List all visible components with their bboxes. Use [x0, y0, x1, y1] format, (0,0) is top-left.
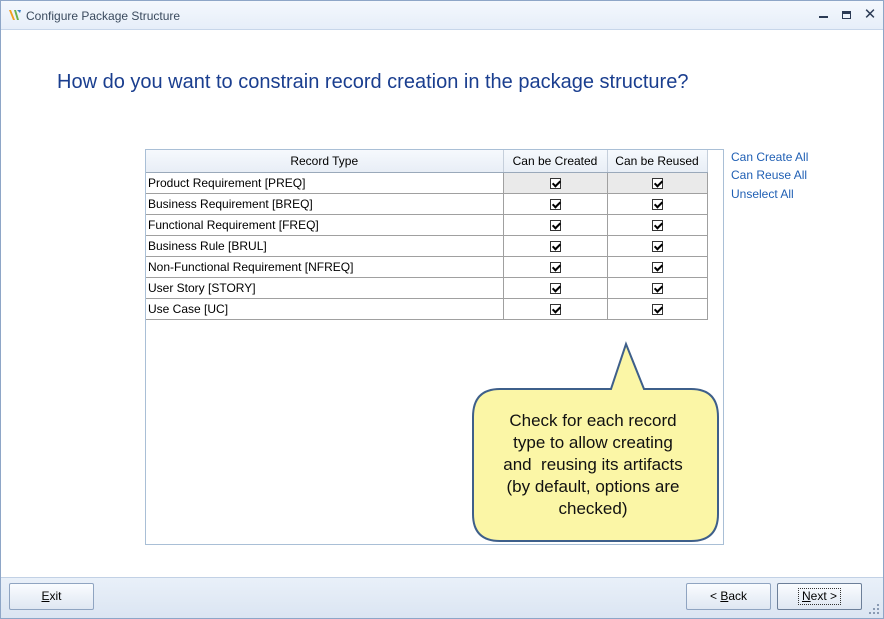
can-reuse-all-link[interactable]: Can Reuse All [731, 168, 807, 182]
back-button[interactable]: < Back [686, 583, 771, 610]
close-icon: ✕ [863, 6, 877, 23]
record-type-cell: Use Case [UC] [146, 298, 504, 320]
callout-line: and reusing its artifacts [503, 455, 683, 474]
can-be-reused-cell [607, 277, 708, 299]
maximize-button[interactable] [835, 5, 857, 25]
record-type-cell: Business Requirement [BREQ] [146, 193, 504, 215]
can-be-reused-checkbox[interactable] [651, 261, 663, 273]
record-type-cell: User Story [STORY] [146, 277, 504, 299]
can-be-reused-cell [607, 193, 708, 215]
can-be-created-checkbox[interactable] [549, 240, 561, 252]
title-bar[interactable]: Configure Package Structure ✕ [1, 1, 883, 30]
callout-line: type to allow creating [513, 433, 673, 452]
record-type-cell: Product Requirement [PREQ] [146, 172, 504, 194]
can-be-reused-cell [607, 235, 708, 257]
can-be-created-cell [503, 193, 608, 215]
unselect-all-link[interactable]: Unselect All [731, 187, 794, 201]
table-row[interactable]: Functional Requirement [FREQ] [146, 214, 708, 236]
can-be-created-cell [503, 235, 608, 257]
table-row[interactable]: User Story [STORY] [146, 277, 708, 299]
window-title: Configure Package Structure [26, 9, 181, 23]
record-type-cell: Functional Requirement [FREQ] [146, 214, 504, 236]
table-row[interactable]: Business Rule [BRUL] [146, 235, 708, 257]
exit-button-label: Exit [41, 589, 62, 603]
record-type-grid: Record Type Can be Created Can be Reused… [146, 150, 708, 320]
can-be-created-checkbox[interactable] [549, 198, 561, 210]
can-be-reused-checkbox[interactable] [651, 282, 663, 294]
callout-line: (by default, options are [506, 477, 680, 496]
can-be-created-cell [503, 256, 608, 278]
back-button-label: Back [720, 589, 748, 603]
grid-body: Product Requirement [PREQ] Business Requi… [146, 172, 708, 320]
can-be-created-checkbox[interactable] [549, 303, 561, 315]
can-be-reused-checkbox[interactable] [651, 177, 663, 189]
callout-line: Check for each record [509, 411, 677, 430]
column-header-can-be-created[interactable]: Can be Created [503, 150, 608, 173]
can-be-reused-checkbox[interactable] [651, 303, 663, 315]
resize-grip-icon[interactable] [869, 604, 879, 614]
page-question-heading: How do you want to constrain record crea… [57, 71, 689, 93]
maximize-icon [841, 11, 851, 19]
record-type-cell: Business Rule [BRUL] [146, 235, 504, 257]
column-header-can-be-reused[interactable]: Can be Reused [607, 150, 708, 173]
table-row[interactable]: Product Requirement [PREQ] [146, 172, 708, 194]
callout-line: checked) [558, 499, 628, 518]
table-row[interactable]: Use Case [UC] [146, 298, 708, 320]
can-be-created-checkbox[interactable] [549, 282, 561, 294]
grid-header-row: Record Type Can be Created Can be Reused [146, 150, 708, 173]
dialog-window: Configure Package Structure ✕ How do you… [0, 0, 884, 619]
minimize-icon [818, 16, 828, 18]
minimize-button[interactable] [812, 5, 834, 25]
can-be-reused-cell [607, 172, 708, 194]
can-be-created-checkbox[interactable] [549, 261, 561, 273]
column-header-record-type[interactable]: Record Type [146, 150, 504, 173]
exit-button[interactable]: Exit [9, 583, 94, 610]
can-be-reused-checkbox[interactable] [651, 219, 663, 231]
can-be-reused-checkbox[interactable] [651, 240, 663, 252]
can-create-all-link[interactable]: Can Create All [731, 150, 808, 164]
can-be-reused-cell [607, 214, 708, 236]
can-be-reused-cell [607, 256, 708, 278]
record-type-cell: Non-Functional Requirement [NFREQ] [146, 256, 504, 278]
back-button-prefix: < [709, 589, 721, 603]
can-be-created-checkbox[interactable] [549, 177, 561, 189]
table-row[interactable]: Non-Functional Requirement [NFREQ] [146, 256, 708, 278]
can-be-created-cell [503, 214, 608, 236]
table-row[interactable]: Business Requirement [BREQ] [146, 193, 708, 215]
can-be-created-cell [503, 277, 608, 299]
can-be-created-checkbox[interactable] [549, 219, 561, 231]
next-button-focus-frame: Next > [797, 588, 842, 605]
next-button-label: Next > [801, 589, 838, 603]
can-be-created-cell [503, 298, 608, 320]
can-be-created-cell [503, 172, 608, 194]
close-button[interactable]: ✕ [859, 5, 881, 25]
next-button[interactable]: Next > [777, 583, 862, 610]
bottom-button-bar: Exit < Back Next > [1, 577, 883, 618]
can-be-reused-checkbox[interactable] [651, 198, 663, 210]
app-logo-icon [9, 10, 21, 20]
callout-text: Check for each record type to allow crea… [477, 410, 709, 520]
can-be-reused-cell [607, 298, 708, 320]
